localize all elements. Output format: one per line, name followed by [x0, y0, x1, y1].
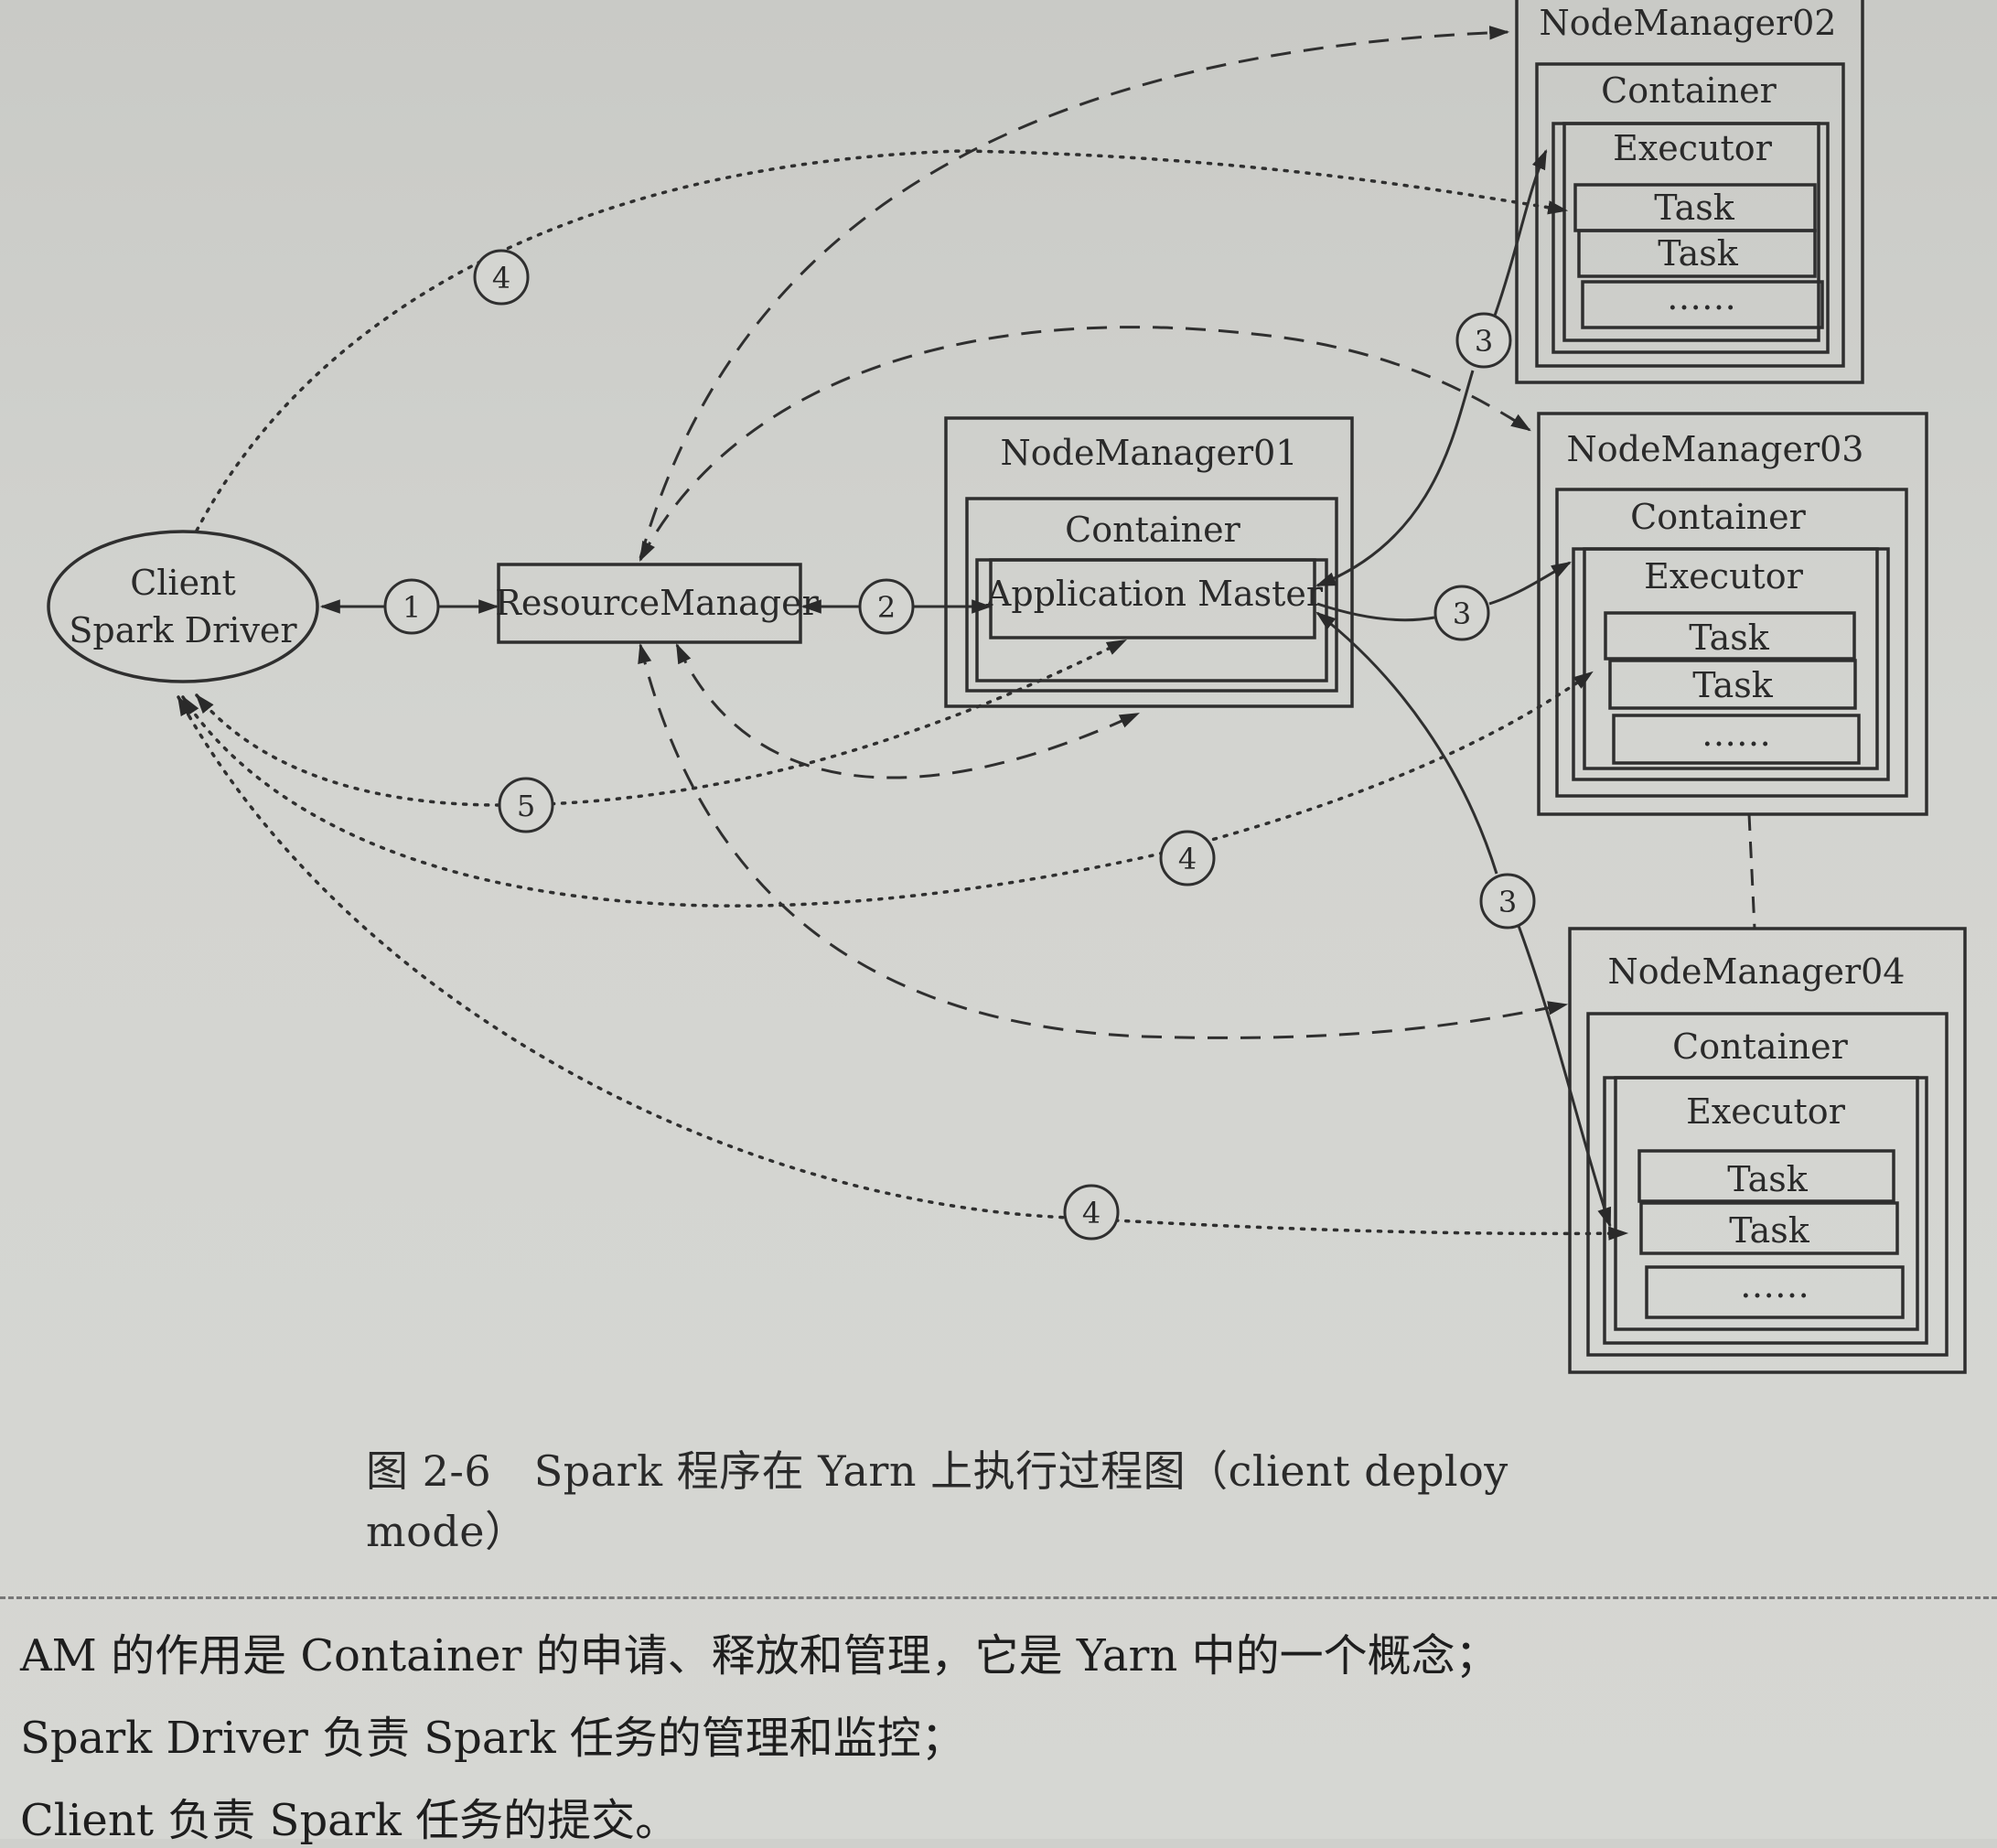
- step-4-label-nm04: 4: [1082, 1196, 1100, 1230]
- client-spark-driver-node: [47, 530, 319, 683]
- nm01-title: NodeManager01: [1001, 433, 1298, 473]
- nm02-task-more: ……: [1667, 277, 1736, 317]
- note-am-role: AM 的作用是 Container 的申请、释放和管理，它是 Yarn 中的一个…: [20, 1630, 1499, 1681]
- nm03-title: NodeManager03: [1567, 429, 1864, 469]
- nm02-title: NodeManager02: [1540, 3, 1837, 43]
- step-5-label: 5: [517, 789, 535, 823]
- nm03-task-2: Task: [1692, 665, 1774, 705]
- nm02-task-1: Task: [1654, 188, 1735, 228]
- application-master-label: Application Master: [985, 574, 1324, 614]
- book-page: Client Spark Driver ResourceManager Node…: [0, 0, 1997, 1846]
- step-1-label: 1: [403, 590, 421, 625]
- note-driver-role: Spark Driver 负责 Spark 任务的管理和监控；: [20, 1713, 965, 1764]
- step-3-label-nm02: 3: [1475, 324, 1493, 359]
- nm04-container-label: Container: [1672, 1026, 1848, 1067]
- step-3-label-nm04: 3: [1498, 885, 1517, 919]
- spark-driver-label: Spark Driver: [69, 610, 297, 650]
- step-4-label-nm02: 4: [492, 261, 510, 295]
- step-3-label-nm03: 3: [1453, 596, 1471, 631]
- nm02-executor-label: Executor: [1613, 128, 1773, 168]
- nm04-task-1: Task: [1727, 1159, 1809, 1199]
- nm02-container-label: Container: [1601, 70, 1777, 111]
- nm03-task-more: ……: [1702, 714, 1771, 754]
- nm04-executor-label: Executor: [1686, 1091, 1846, 1132]
- nm04-task-more: ……: [1740, 1265, 1809, 1305]
- step-4-label-nm03: 4: [1178, 842, 1197, 876]
- nm03-container-label: Container: [1630, 497, 1806, 537]
- nodemanager04-box: [1568, 927, 1967, 1374]
- nm03-executor-label: Executor: [1644, 556, 1804, 596]
- nm03-task-1: Task: [1689, 618, 1770, 658]
- client-label: Client: [130, 563, 236, 603]
- nm02-task-2: Task: [1658, 233, 1739, 274]
- figure-caption: 图 2-6 Spark 程序在 Yarn 上执行过程图（client deplo…: [366, 1446, 1508, 1556]
- yarn-client-mode-diagram: Client Spark Driver ResourceManager Node…: [47, 0, 1967, 1374]
- resource-manager-label: ResourceManager: [495, 583, 819, 623]
- step-2-label: 2: [877, 590, 896, 625]
- page-divider: [0, 1596, 1997, 1599]
- nm04-title: NodeManager04: [1608, 951, 1906, 992]
- nodemanager03-box: [1537, 412, 1928, 816]
- nm04-task-2: Task: [1729, 1210, 1810, 1251]
- nm01-container-label: Container: [1065, 510, 1240, 550]
